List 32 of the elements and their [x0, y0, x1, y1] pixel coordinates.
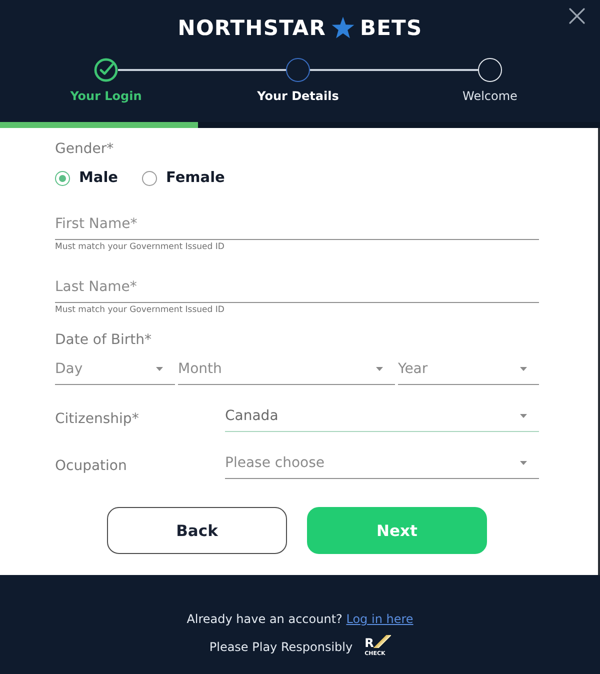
login-prompt: Already have an account? Log in here	[186, 611, 414, 627]
field-label: Citizenship*	[55, 410, 139, 427]
dropdown-field[interactable]: Canada	[225, 401, 539, 432]
step-label: Your Details	[257, 88, 339, 104]
field-label: Date of Birth*	[55, 331, 152, 349]
star-icon	[331, 16, 355, 40]
name-input-field[interactable]: First Name*	[55, 209, 539, 240]
caret-down-icon	[520, 414, 527, 418]
back-button[interactable]: Back	[107, 507, 287, 554]
responsible-play-text: Please Play Responsibly	[209, 639, 353, 655]
radio-option[interactable]: Female	[142, 170, 225, 186]
field-label: Gender*	[55, 140, 114, 158]
logo-wordmark: BETS	[360, 15, 422, 42]
caret-down-icon	[520, 461, 527, 465]
name-input-field[interactable]: Last Name*	[55, 272, 539, 303]
field-hint: Must match your Government Issued ID	[55, 305, 224, 316]
caret-down-icon	[156, 367, 163, 371]
dropdown-field[interactable]: Month	[178, 354, 395, 385]
dropdown-field[interactable]: Day	[55, 354, 175, 385]
step-label: Your Login	[70, 88, 142, 104]
field-label: Ocupation	[55, 457, 127, 474]
dropdown-field[interactable]: Year	[398, 354, 539, 385]
logo-wordmark: NORTHSTAR	[178, 15, 326, 42]
close-icon	[568, 7, 586, 25]
dropdown-field[interactable]: Please choose	[225, 448, 539, 479]
caret-down-icon	[520, 367, 527, 371]
radio-option[interactable]: Male	[55, 170, 118, 186]
field-hint: Must match your Government Issued ID	[55, 242, 224, 253]
caret-down-icon	[376, 367, 383, 371]
step-label: Welcome	[462, 88, 518, 104]
close-button[interactable]	[568, 7, 586, 25]
login-link[interactable]: Log in here	[346, 612, 414, 626]
